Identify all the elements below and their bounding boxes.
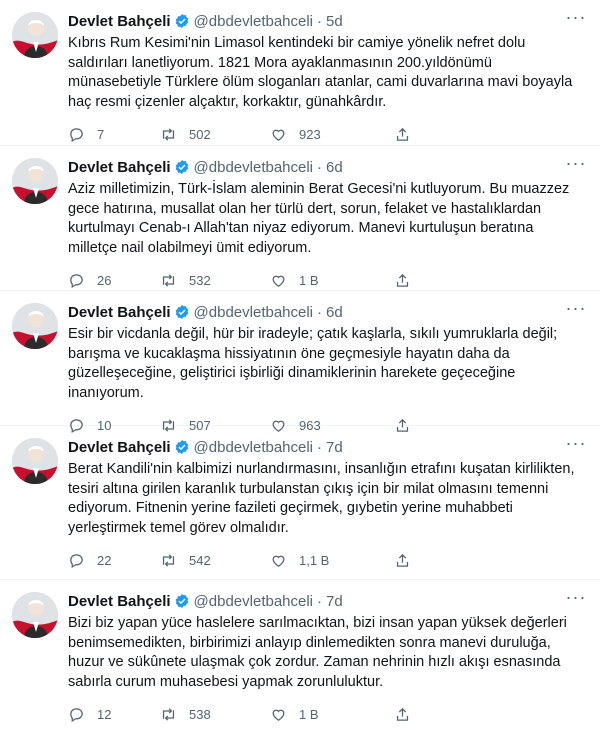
avatar[interactable] [12, 158, 58, 204]
author-handle[interactable]: @dbdevletbahceli [194, 304, 313, 321]
retweet-count: 502 [189, 126, 211, 142]
retweet-icon [162, 553, 175, 567]
avatar[interactable] [12, 438, 58, 484]
share-icon [396, 707, 409, 721]
share-icon [396, 273, 409, 287]
author-name[interactable]: Devlet Bahçeli [68, 593, 171, 610]
author-name[interactable]: Devlet Bahçeli [68, 159, 171, 176]
like-count: 1 B [299, 706, 319, 722]
timestamp[interactable]: 7d [326, 439, 343, 456]
like-count: 923 [299, 126, 321, 142]
like-count: 1,1 B [299, 552, 330, 568]
separator-dot: · [317, 12, 323, 30]
reply-icon [70, 707, 83, 722]
retweet-button[interactable]: 542 [160, 552, 270, 569]
like-button[interactable]: 923 [270, 126, 394, 143]
like-button[interactable]: 1,1 B [270, 552, 394, 569]
reply-count: 12 [97, 706, 112, 722]
reply-icon [70, 273, 83, 288]
avatar[interactable] [12, 303, 58, 349]
separator-dot: · [317, 158, 323, 176]
retweet-count: 542 [189, 552, 211, 568]
share-button[interactable] [394, 272, 486, 289]
verified-badge-icon [174, 13, 190, 29]
retweet-button[interactable]: 532 [160, 272, 270, 289]
verified-badge-icon [174, 304, 190, 320]
reply-count: 7 [97, 126, 105, 142]
avatar[interactable] [12, 12, 58, 58]
retweet-button[interactable]: 502 [160, 126, 270, 143]
reply-button[interactable]: 12 [68, 706, 160, 723]
author-handle[interactable]: @dbdevletbahceli [194, 13, 313, 30]
retweet-count: 538 [189, 706, 211, 722]
tweet-feed: Devlet Bahçeli @dbdevletbahceli · 5d ···… [0, 0, 600, 734]
tweet-actions: 22 542 1,1 B [68, 542, 584, 578]
tweet-text: Bizi biz yapan yüce haslelere sarılmacık… [68, 615, 567, 690]
verified-badge-icon [174, 159, 190, 175]
avatar[interactable] [12, 592, 58, 638]
like-icon [272, 709, 285, 721]
timestamp[interactable]: 5d [326, 13, 343, 30]
reply-count: 22 [97, 552, 112, 568]
share-button[interactable] [394, 552, 486, 569]
tweet[interactable]: Devlet Bahçeli @dbdevletbahceli · 6d ···… [0, 291, 600, 433]
verified-badge-icon [174, 593, 190, 609]
like-count: 1 B [299, 272, 319, 288]
verified-badge-icon [174, 439, 190, 455]
reply-button[interactable]: 22 [68, 552, 160, 569]
retweet-button[interactable]: 538 [160, 706, 270, 723]
share-icon [396, 127, 409, 141]
like-icon [272, 275, 285, 287]
tweet-text: Kıbrıs Rum Kesimi'nin Limasol kentindeki… [68, 35, 573, 110]
like-icon [272, 129, 285, 141]
more-icon[interactable]: ··· [564, 8, 588, 30]
author-name[interactable]: Devlet Bahçeli [68, 304, 171, 321]
tweet-text: Berat Kandili'nin kalbimizi nurlandırmas… [68, 461, 575, 536]
reply-button[interactable]: 26 [68, 272, 160, 289]
more-icon[interactable]: ··· [564, 154, 588, 176]
separator-dot: · [317, 592, 323, 610]
tweet[interactable]: Devlet Bahçeli @dbdevletbahceli · 7d ···… [0, 580, 600, 734]
tweet[interactable]: Devlet Bahçeli @dbdevletbahceli · 5d ···… [0, 0, 600, 146]
separator-dot: · [317, 303, 323, 321]
author-name[interactable]: Devlet Bahçeli [68, 439, 171, 456]
tweet-text: Aziz milletimizin, Türk-İslam aleminin B… [68, 181, 570, 256]
more-icon[interactable]: ··· [564, 299, 588, 321]
author-handle[interactable]: @dbdevletbahceli [194, 159, 313, 176]
more-icon[interactable]: ··· [564, 588, 588, 610]
tweet[interactable]: Devlet Bahçeli @dbdevletbahceli · 7d ···… [0, 426, 600, 580]
more-icon[interactable]: ··· [564, 434, 588, 456]
tweet[interactable]: Devlet Bahçeli @dbdevletbahceli · 6d ···… [0, 146, 600, 291]
tweet-actions: 12 538 1 B [68, 696, 584, 732]
share-button[interactable] [394, 126, 486, 143]
reply-button[interactable]: 7 [68, 126, 160, 143]
tweet-text: Esir bir vicdanla değil, hür bir iradeyl… [68, 326, 558, 401]
like-icon [272, 555, 285, 567]
timestamp[interactable]: 6d [326, 159, 343, 176]
timestamp[interactable]: 7d [326, 593, 343, 610]
author-name[interactable]: Devlet Bahçeli [68, 13, 171, 30]
timestamp[interactable]: 6d [326, 304, 343, 321]
retweet-icon [162, 273, 175, 287]
like-button[interactable]: 1 B [270, 272, 394, 289]
reply-icon [70, 127, 83, 142]
share-icon [396, 553, 409, 567]
author-handle[interactable]: @dbdevletbahceli [194, 439, 313, 456]
author-handle[interactable]: @dbdevletbahceli [194, 593, 313, 610]
share-button[interactable] [394, 706, 486, 723]
retweet-count: 532 [189, 272, 211, 288]
reply-icon [70, 553, 83, 568]
reply-count: 26 [97, 272, 112, 288]
separator-dot: · [317, 438, 323, 456]
retweet-icon [162, 707, 175, 721]
retweet-icon [162, 127, 175, 141]
like-button[interactable]: 1 B [270, 706, 394, 723]
